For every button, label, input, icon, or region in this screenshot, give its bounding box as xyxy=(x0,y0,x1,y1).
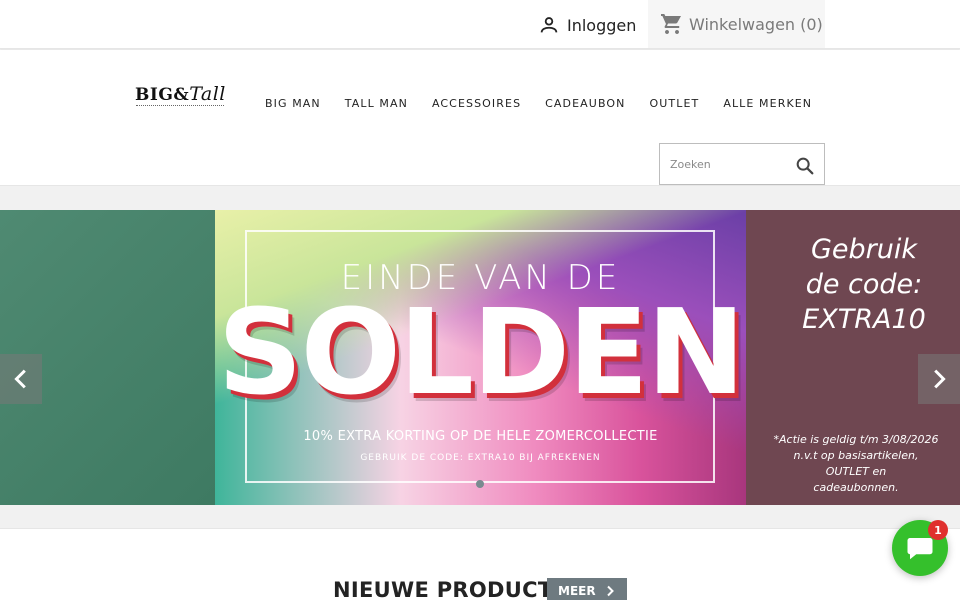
cart-label: Winkelwagen xyxy=(689,14,796,34)
logo-amp: & xyxy=(173,85,190,105)
banner-subline: 10% EXTRA KORTING OP DE HELE ZOMERCOLLEC… xyxy=(303,429,658,444)
banner-code-hint: GEBRUIK DE CODE: EXTRA10 BIJ AFREKENEN xyxy=(360,453,601,463)
banner-code-text: Gebruik de code: EXTRA10 xyxy=(784,232,944,337)
banner-disclaimer: *Actie is geldig t/m 3/08/2026 n.v.t op … xyxy=(766,432,946,496)
more-button[interactable]: MEER xyxy=(547,578,627,600)
carousel-prev-button[interactable] xyxy=(0,354,42,404)
login-label: Inloggen xyxy=(567,15,637,35)
chevron-right-icon xyxy=(606,585,614,597)
logo-tall: Tall xyxy=(189,83,226,105)
carousel-next-button[interactable] xyxy=(918,354,960,404)
nav-item-tall-man[interactable]: TALL MAN xyxy=(333,97,420,111)
hero-carousel: EINDE VAN DE SOLDEN 10% EXTRA KORTING OP… xyxy=(0,210,960,505)
chevron-right-icon xyxy=(934,369,946,389)
logo-big: BIG xyxy=(135,85,174,105)
code-line-1: Gebruik xyxy=(810,234,918,265)
top-bar: Inloggen Winkelwagen (0) xyxy=(0,0,960,49)
banner-headline-main: SOLDEN xyxy=(217,283,746,421)
search-box xyxy=(659,143,825,185)
nav-item-accessoires[interactable]: ACCESSOIRES xyxy=(420,97,533,111)
code-line-3: EXTRA10 xyxy=(802,304,926,335)
chat-notification-badge: 1 xyxy=(928,520,948,540)
disclaimer-line-1: *Actie is geldig t/m 3/08/2026 xyxy=(773,433,939,446)
login-link[interactable]: Inloggen xyxy=(538,12,636,38)
code-line-2: de code: xyxy=(805,269,923,300)
chevron-left-icon xyxy=(14,369,26,389)
search-input[interactable] xyxy=(660,144,790,184)
banner-solden[interactable]: EINDE VAN DE SOLDEN 10% EXTRA KORTING OP… xyxy=(215,210,746,505)
disclaimer-line-4: cadeaubonnen. xyxy=(813,481,899,494)
nav-item-alle-merken[interactable]: ALLE MERKEN xyxy=(711,97,824,111)
nav-item-outlet[interactable]: OUTLET xyxy=(638,97,712,111)
main-nav: BIG MAN TALL MAN ACCESSOIRES CADEAUBON O… xyxy=(253,97,824,111)
shopping-cart-icon xyxy=(661,14,681,34)
cart-button[interactable]: Winkelwagen (0) xyxy=(648,0,825,48)
new-products-section: NIEUWE PRODUCTEN MEER xyxy=(0,528,960,600)
disclaimer-line-3: OUTLET en xyxy=(825,465,887,478)
nav-item-cadeaubon[interactable]: CADEAUBON xyxy=(533,97,637,111)
nav-item-big-man[interactable]: BIG MAN xyxy=(253,97,333,111)
user-icon xyxy=(540,17,558,33)
cart-count: (0) xyxy=(800,14,823,34)
site-logo[interactable]: BIG&Tall xyxy=(135,83,227,113)
carousel-indicator-dot[interactable] xyxy=(476,480,484,488)
logo-tagline-line xyxy=(136,105,224,107)
disclaimer-line-2: n.v.t op basisartikelen, xyxy=(793,449,919,462)
search-icon[interactable] xyxy=(794,155,816,177)
more-label: MEER xyxy=(558,584,596,598)
site-header: BIG&Tall BIG MAN TALL MAN ACCESSOIRES CA… xyxy=(0,50,960,186)
